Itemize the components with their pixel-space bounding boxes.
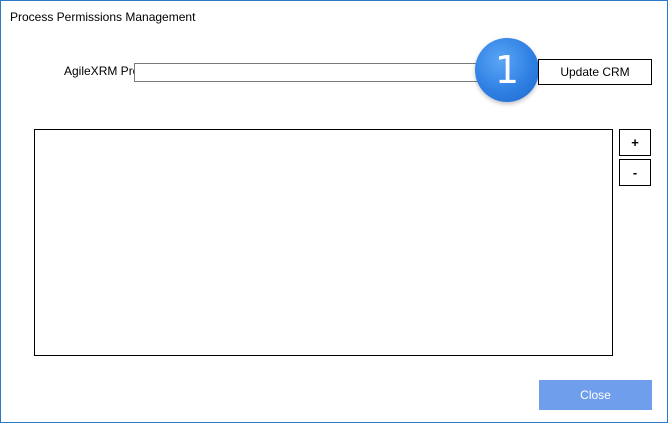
remove-button[interactable]: - [619,159,651,186]
update-crm-button[interactable]: Update CRM [538,59,652,85]
process-input[interactable] [134,63,481,82]
process-permissions-window: Process Permissions Management AgileXRM … [0,0,668,423]
step-badge: 1 [475,38,539,102]
window-title: Process Permissions Management [10,10,196,24]
add-button[interactable]: + [619,129,651,156]
permissions-list[interactable] [34,129,613,356]
close-button[interactable]: Close [539,380,652,410]
